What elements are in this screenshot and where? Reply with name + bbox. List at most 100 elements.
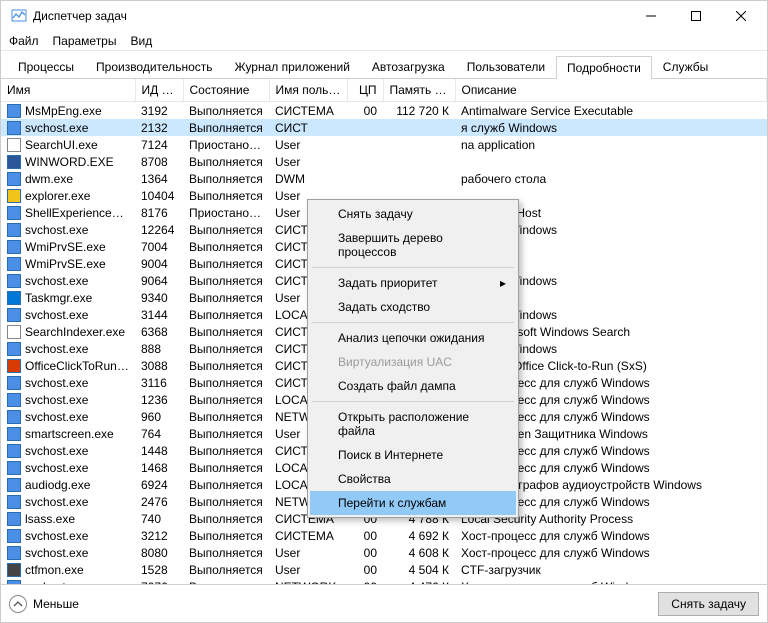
table-row[interactable]: SearchUI.exe7124Приостановл...Userna app… <box>1 136 767 153</box>
cell-state: Выполняется <box>183 170 269 187</box>
cell-mem: 4 476 К <box>383 578 455 584</box>
tab-app-history[interactable]: Журнал приложений <box>224 55 361 78</box>
cell-pid: 764 <box>135 425 183 442</box>
cell-name: SearchUI.exe <box>1 136 135 153</box>
col-user[interactable]: Имя польз... <box>269 79 347 102</box>
context-menu-item[interactable]: Снять задачу <box>310 202 516 226</box>
close-button[interactable] <box>718 1 763 31</box>
table-row[interactable]: MsMpEng.exe3192ВыполняетсяСИСТЕМА00112 7… <box>1 102 767 120</box>
process-icon <box>7 325 21 339</box>
context-menu-item[interactable]: Задать приоритет▸ <box>310 271 516 295</box>
maximize-button[interactable] <box>673 1 718 31</box>
table-row[interactable]: WINWORD.EXE8708ВыполняетсяUser <box>1 153 767 170</box>
table-row[interactable]: ctfmon.exe1528ВыполняетсяUser004 504 КCT… <box>1 561 767 578</box>
process-icon <box>7 138 21 152</box>
minimize-button[interactable] <box>628 1 673 31</box>
cell-state: Выполняется <box>183 374 269 391</box>
cell-name: svchost.exe <box>1 272 135 289</box>
cell-state: Выполняется <box>183 238 269 255</box>
cell-mem: 4 692 К <box>383 527 455 544</box>
context-menu-item[interactable]: Задать сходство <box>310 295 516 319</box>
cell-cpu <box>347 119 383 136</box>
cell-name: explorer.exe <box>1 187 135 204</box>
col-cpu[interactable]: ЦП <box>347 79 383 102</box>
context-menu-item[interactable]: Создать файл дампа <box>310 374 516 398</box>
cell-pid: 1364 <box>135 170 183 187</box>
tab-details[interactable]: Подробности <box>556 56 652 79</box>
cell-state: Выполняется <box>183 289 269 306</box>
col-mem[interactable]: Память (ч... <box>383 79 455 102</box>
cell-state: Приостановл... <box>183 136 269 153</box>
col-pid[interactable]: ИД п... <box>135 79 183 102</box>
cell-user: NETWORK <box>269 578 347 584</box>
col-name[interactable]: Имя <box>1 79 135 102</box>
context-menu-item[interactable]: Перейти к службам <box>310 491 516 515</box>
cell-pid: 888 <box>135 340 183 357</box>
cell-name: svchost.exe <box>1 442 135 459</box>
cell-pid: 8708 <box>135 153 183 170</box>
chevron-up-icon <box>9 595 27 613</box>
table-row[interactable]: svchost.exe7076ВыполняетсяNETWORK004 476… <box>1 578 767 584</box>
context-menu-item[interactable]: Завершить дерево процессов <box>310 226 516 264</box>
process-icon <box>7 444 21 458</box>
app-icon <box>11 8 27 24</box>
fewer-details-button[interactable]: Меньше <box>9 595 79 613</box>
process-icon <box>7 580 21 585</box>
cell-pid: 3192 <box>135 102 183 120</box>
cell-desc: Хост-процесс для служб Windows <box>455 544 767 561</box>
titlebar[interactable]: Диспетчер задач <box>1 1 767 31</box>
process-icon <box>7 206 21 220</box>
cell-state: Выполняется <box>183 357 269 374</box>
column-headers: Имя ИД п... Состояние Имя польз... ЦП Па… <box>1 79 767 102</box>
menu-file[interactable]: Файл <box>9 34 39 48</box>
cell-state: Выполняется <box>183 272 269 289</box>
cell-pid: 2132 <box>135 119 183 136</box>
menu-view[interactable]: Вид <box>130 34 152 48</box>
task-manager-window: Диспетчер задач Файл Параметры Вид Проце… <box>0 0 768 623</box>
cell-pid: 1236 <box>135 391 183 408</box>
end-task-button[interactable]: Снять задачу <box>658 592 759 616</box>
cell-mem: 4 608 К <box>383 544 455 561</box>
cell-pid: 3144 <box>135 306 183 323</box>
cell-pid: 7004 <box>135 238 183 255</box>
cell-pid: 1528 <box>135 561 183 578</box>
tab-services[interactable]: Службы <box>652 55 719 78</box>
process-icon <box>7 155 21 169</box>
tab-performance[interactable]: Производительность <box>85 55 223 78</box>
col-state[interactable]: Состояние <box>183 79 269 102</box>
cell-state: Выполняется <box>183 459 269 476</box>
table-row[interactable]: svchost.exe3212ВыполняетсяСИСТЕМА004 692… <box>1 527 767 544</box>
table-row[interactable]: svchost.exe2132ВыполняетсяСИСТя служб Wi… <box>1 119 767 136</box>
cell-state: Выполняется <box>183 119 269 136</box>
cell-desc: я служб Windows <box>455 119 767 136</box>
process-icon <box>7 223 21 237</box>
cell-name: svchost.exe <box>1 493 135 510</box>
context-menu-item[interactable]: Анализ цепочки ожидания <box>310 326 516 350</box>
cell-name: WINWORD.EXE <box>1 153 135 170</box>
table-row[interactable]: dwm.exe1364ВыполняетсяDWMрабочего стола <box>1 170 767 187</box>
col-desc[interactable]: Описание <box>455 79 767 102</box>
tab-processes[interactable]: Процессы <box>7 55 85 78</box>
cell-pid: 10404 <box>135 187 183 204</box>
context-menu-item[interactable]: Поиск в Интернете <box>310 443 516 467</box>
process-icon <box>7 359 21 373</box>
cell-cpu <box>347 136 383 153</box>
context-menu-item[interactable]: Открыть расположение файла <box>310 405 516 443</box>
tab-users[interactable]: Пользователи <box>456 55 556 78</box>
table-row[interactable]: svchost.exe8080ВыполняетсяUser004 608 КХ… <box>1 544 767 561</box>
context-menu-separator <box>312 322 514 323</box>
process-icon <box>7 529 21 543</box>
cell-pid: 1468 <box>135 459 183 476</box>
cell-state: Выполняется <box>183 493 269 510</box>
cell-desc: Хост-процесс для служб Windows <box>455 578 767 584</box>
cell-cpu: 00 <box>347 578 383 584</box>
process-icon <box>7 563 21 577</box>
tab-startup[interactable]: Автозагрузка <box>361 55 456 78</box>
window-title: Диспетчер задач <box>33 9 628 23</box>
context-menu-item: Виртуализация UAC <box>310 350 516 374</box>
menu-options[interactable]: Параметры <box>53 34 117 48</box>
context-menu-item[interactable]: Свойства <box>310 467 516 491</box>
cell-mem <box>383 170 455 187</box>
menubar: Файл Параметры Вид <box>1 31 767 51</box>
cell-user: DWM <box>269 170 347 187</box>
